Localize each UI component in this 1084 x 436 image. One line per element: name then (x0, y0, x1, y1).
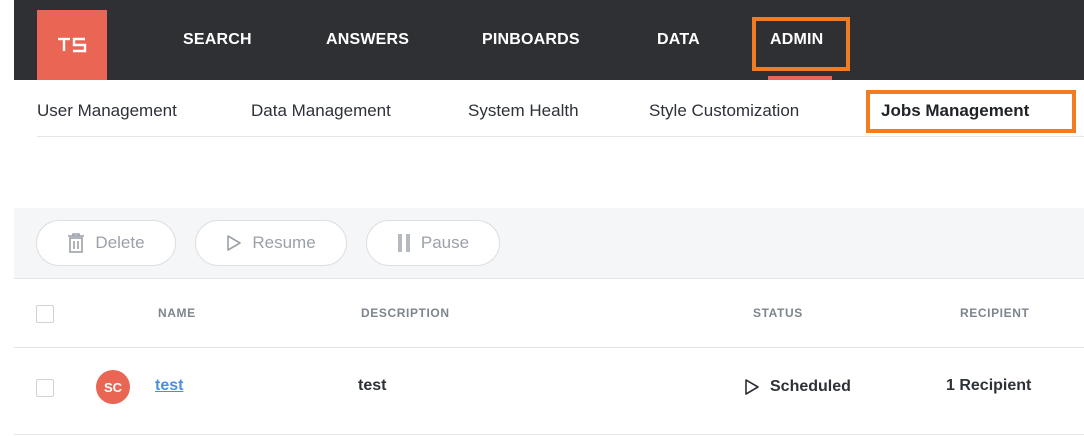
pause-icon (397, 234, 410, 252)
play-outline-icon (745, 379, 759, 395)
header-divider (14, 347, 1084, 348)
job-description: test (358, 377, 387, 394)
subnav-system-health[interactable]: System Health (468, 101, 579, 121)
delete-button-label: Delete (95, 233, 145, 252)
row-divider (14, 434, 1084, 435)
ts-logo-icon (58, 37, 87, 53)
jobs-table (14, 278, 1084, 436)
nav-pinboards[interactable]: PINBOARDS (482, 31, 580, 49)
column-header-status[interactable]: STATUS (753, 306, 803, 320)
delete-button[interactable]: Delete (36, 220, 176, 266)
table-top-divider (14, 278, 1084, 279)
pause-button[interactable]: Pause (366, 220, 500, 266)
job-name-link[interactable]: test (155, 377, 183, 395)
trash-icon (68, 233, 85, 253)
resume-button[interactable]: Resume (195, 220, 347, 266)
play-outline-icon (227, 235, 242, 251)
job-status-label: Scheduled (770, 378, 851, 395)
subnav-style-customization[interactable]: Style Customization (649, 101, 799, 121)
left-margin (0, 0, 14, 436)
nav-answers[interactable]: ANSWERS (326, 31, 409, 49)
avatar: SC (96, 370, 130, 404)
column-header-name[interactable]: NAME (158, 306, 196, 320)
column-header-recipient[interactable]: RECIPIENT (960, 306, 1029, 320)
nav-admin[interactable]: ADMIN (770, 31, 823, 49)
app-logo[interactable] (37, 10, 107, 80)
select-all-checkbox[interactable] (36, 305, 54, 323)
subnav-data-management[interactable]: Data Management (251, 101, 391, 121)
subnav-user-management[interactable]: User Management (37, 101, 177, 121)
job-recipient[interactable]: 1 Recipient (946, 377, 1031, 395)
column-header-description[interactable]: DESCRIPTION (361, 306, 450, 320)
job-status: Scheduled (744, 378, 851, 396)
row-checkbox[interactable] (36, 379, 54, 397)
subnav-jobs-management[interactable]: Jobs Management (881, 101, 1029, 121)
resume-button-label: Resume (252, 233, 316, 252)
pause-button-label: Pause (420, 233, 470, 252)
nav-search[interactable]: SEARCH (183, 31, 252, 49)
nav-data[interactable]: DATA (657, 31, 700, 49)
